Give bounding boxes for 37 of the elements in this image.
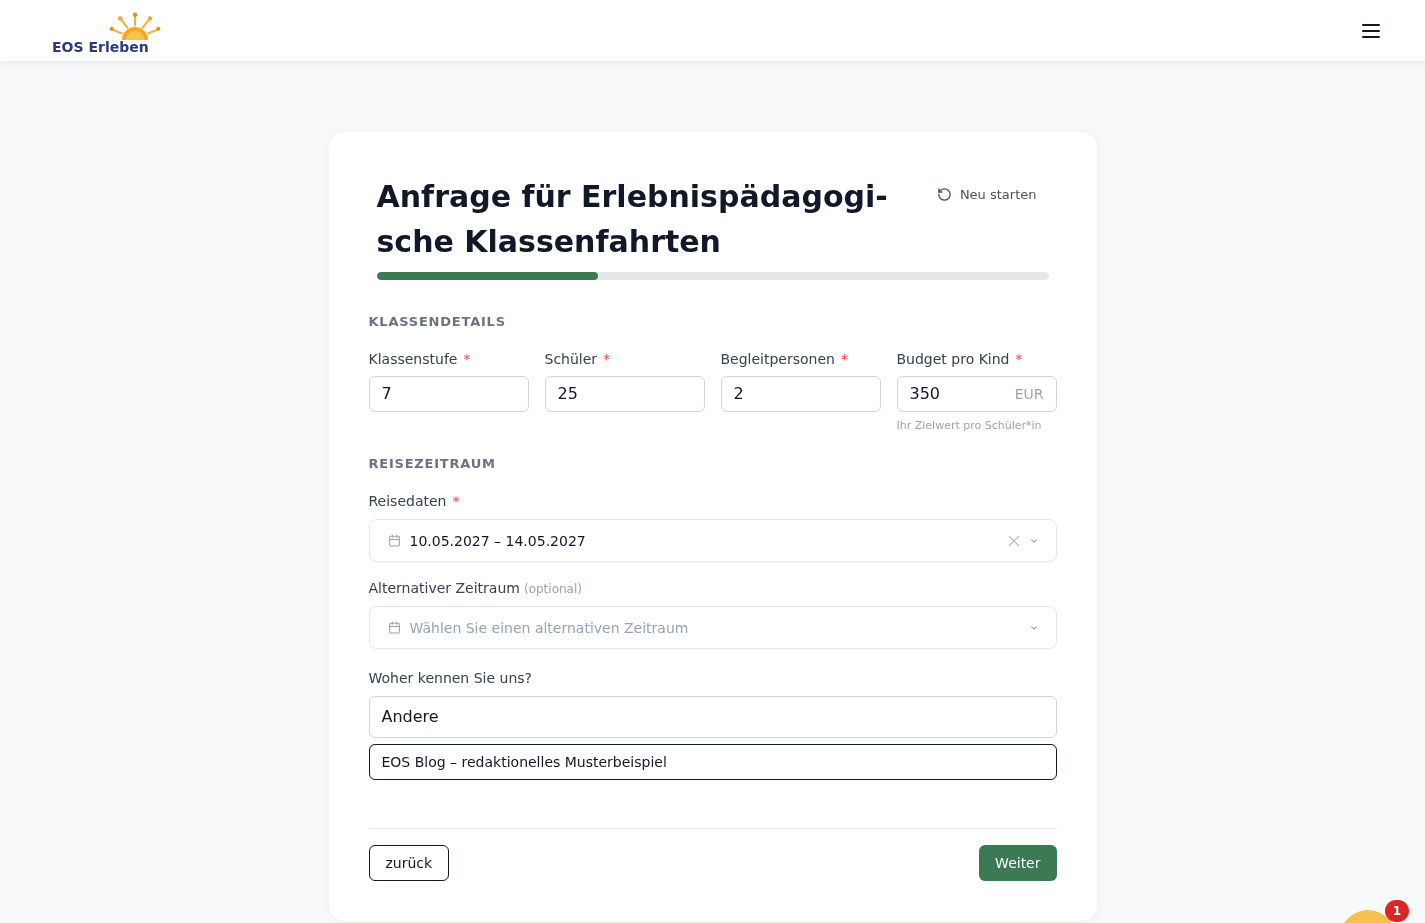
optional-note: (optional)	[523, 581, 582, 597]
section-heading: KLASSENDETAILS	[368, 313, 507, 331]
calendar-icon	[387, 534, 401, 547]
input-field[interactable]: 2	[720, 376, 881, 412]
rotate-ccw-icon	[936, 187, 952, 203]
required-asterisk: *	[463, 350, 471, 369]
chevron-down-icon	[1029, 537, 1038, 544]
restart-button[interactable]: Neu starten	[924, 181, 1049, 209]
back-button[interactable]: zurück	[368, 845, 450, 881]
form-title: Anfrage für Erlebnispädagogi-sche Klassenfahrten	[376, 178, 889, 261]
input-field[interactable]: 7	[368, 376, 529, 412]
currency-unit: EUR	[1014, 385, 1044, 404]
field-hint: Ihr Zielwert pro Schüler*in	[896, 418, 1043, 434]
section-heading: REISEZEITRAUM	[368, 455, 497, 473]
chevron-down-icon	[1029, 624, 1038, 631]
calendar-icon	[387, 621, 401, 634]
logo-text[interactable]: EOS Erleben	[52, 40, 162, 55]
menu-icon[interactable]	[1362, 23, 1380, 38]
field-label: Begleitpersonen	[720, 350, 835, 369]
field-label: Schüler	[544, 350, 598, 369]
input-field[interactable]: 350 EUR	[896, 376, 1057, 412]
required-asterisk: *	[1015, 350, 1023, 369]
field-label: Alternativer Zeitraum	[368, 579, 520, 598]
required-asterisk: *	[840, 350, 848, 369]
sun-icon	[108, 12, 162, 40]
field-label: Budget pro Kind	[896, 350, 1010, 369]
date-range-field[interactable]: 10.05.2027 – 14.05.2027	[368, 519, 1057, 562]
text-input-field[interactable]: EOS Blog – redaktionelles Musterbeispiel	[368, 744, 1057, 780]
field-label: Klassenstufe	[368, 350, 458, 369]
select-field[interactable]: Andere	[368, 696, 1057, 738]
required-asterisk: *	[603, 350, 611, 369]
next-button[interactable]: Weiter	[979, 845, 1057, 881]
required-asterisk: *	[452, 492, 460, 511]
field-label: Woher kennen Sie uns?	[368, 669, 533, 688]
field-label: Reisedaten	[368, 492, 447, 511]
input-field[interactable]: 25	[544, 376, 705, 412]
unread-count-badge: 1	[1385, 900, 1409, 922]
